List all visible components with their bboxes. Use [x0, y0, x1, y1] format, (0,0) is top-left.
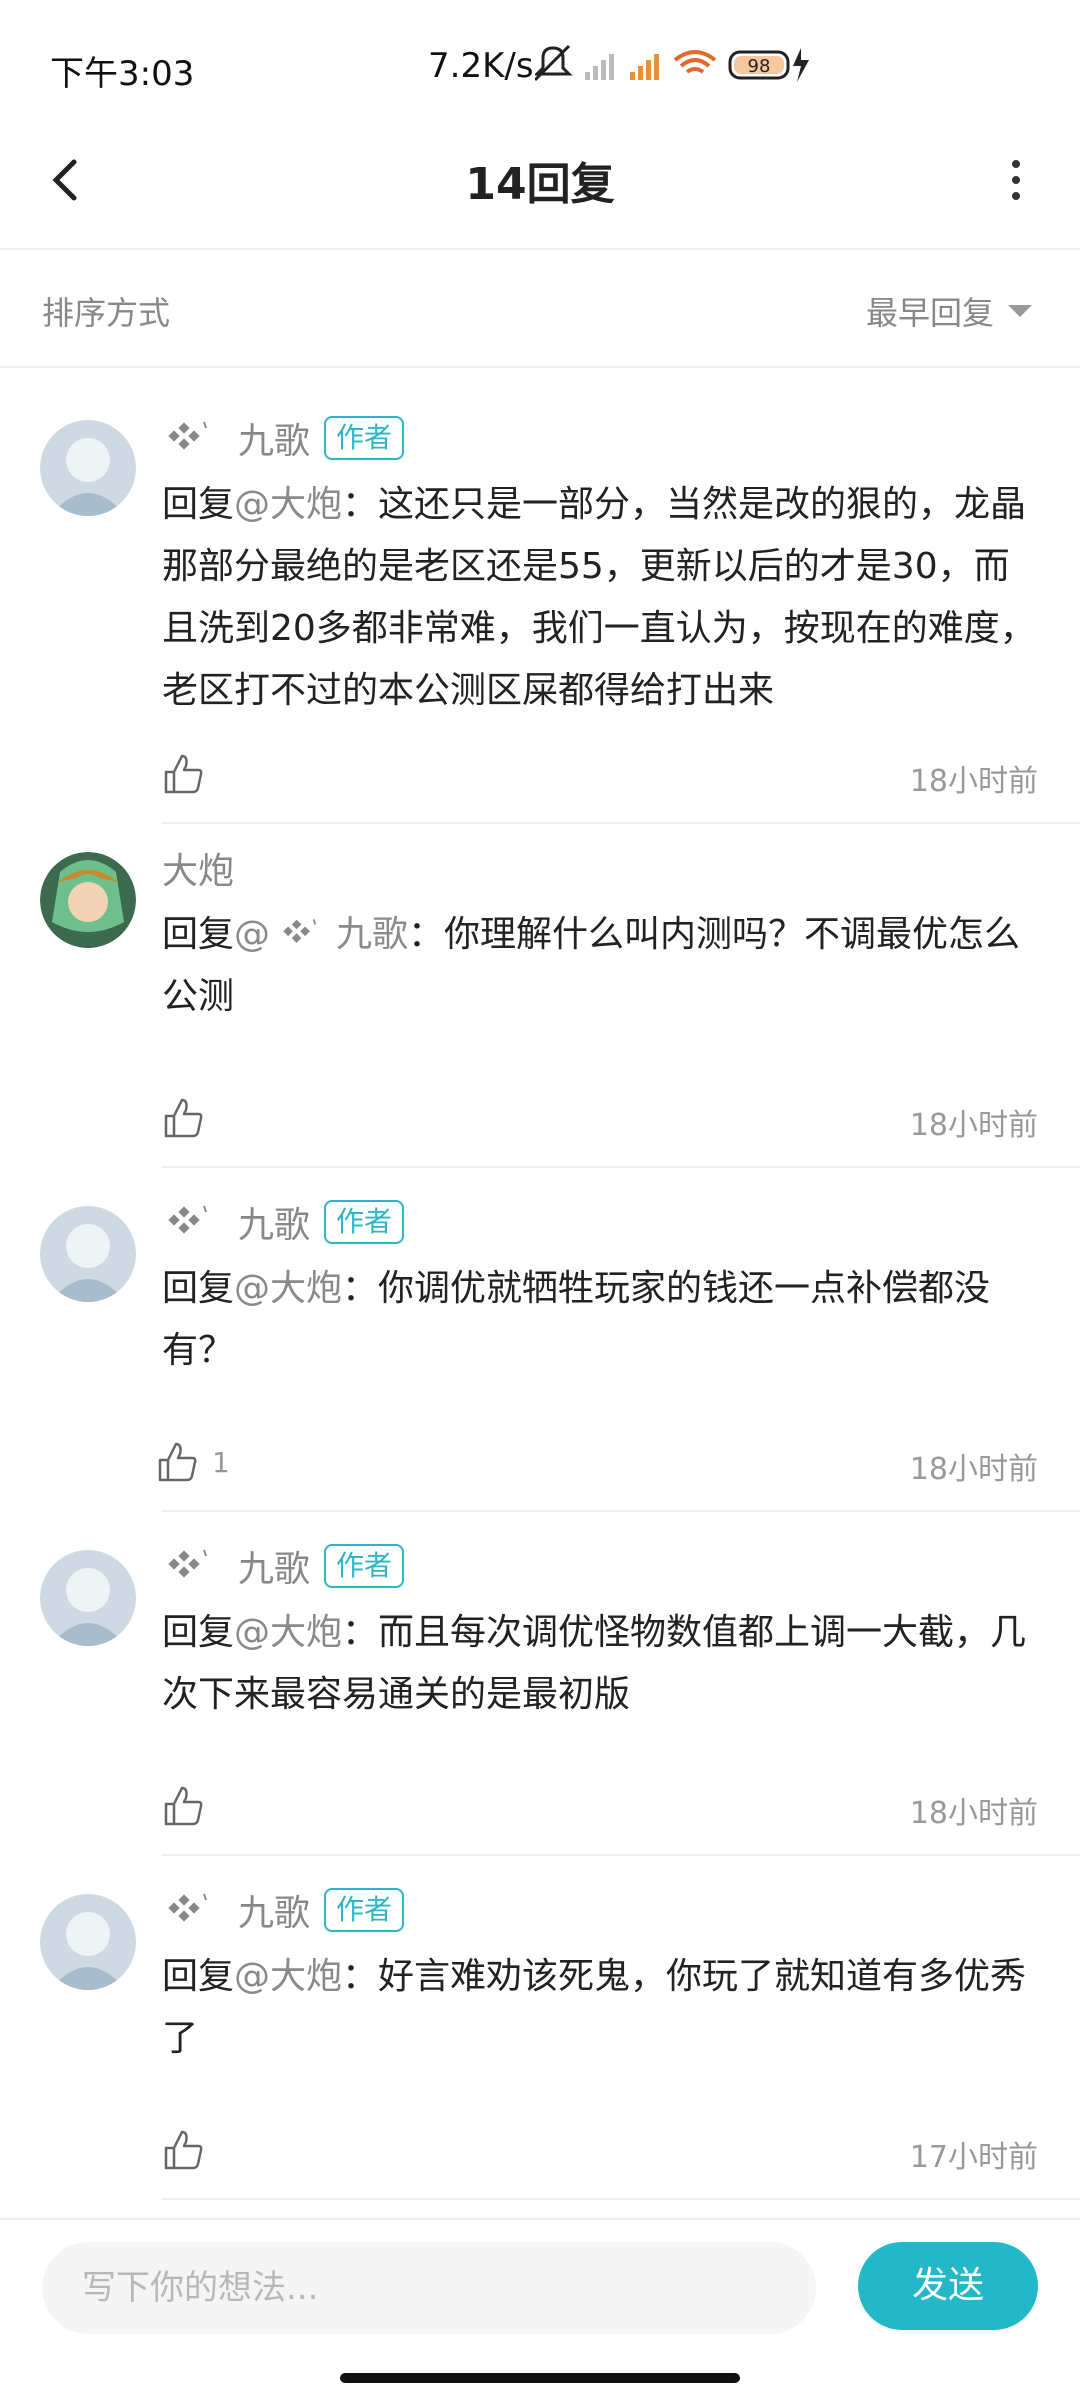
comment-time: 17小时前	[909, 2140, 1038, 2175]
thumbs-up-icon	[164, 1786, 203, 1826]
mention-link[interactable]: @大炮	[234, 1956, 342, 1997]
mention-link[interactable]: @ 九歌	[234, 914, 408, 955]
comment-input-bar: 发送	[0, 2218, 1080, 2360]
comment-time: 18小时前	[909, 1452, 1038, 1487]
author-badge: 作者	[324, 1200, 405, 1244]
comment-time: 18小时前	[909, 1796, 1038, 1831]
sort-dropdown[interactable]: 最早回复	[866, 288, 1032, 334]
avatar[interactable]	[40, 420, 136, 516]
svg-text:98: 98	[748, 56, 771, 77]
comment-list: 九歌 作者 回复@大炮：这还只是一部分，当然是改的狠的，龙晶那部分最绝的是老区还…	[0, 368, 1080, 2200]
thumbs-up-icon	[164, 2130, 203, 2170]
avatar[interactable]	[40, 1550, 136, 1646]
comment-text: 回复@大炮：好言难劝该死鬼，你玩了就知道有多优秀了	[162, 1946, 1042, 2070]
like-button[interactable]	[162, 1784, 206, 1828]
page-title: 14回复	[465, 159, 615, 210]
like-button[interactable]	[162, 2128, 206, 2172]
author-name[interactable]: 九歌	[238, 412, 310, 464]
sort-selected-value: 最早回复	[865, 294, 994, 332]
comment-item: 九歌 作者 回复@大炮：而且每次调优怪物数值都上调一大截，几次下来最容易通关的是…	[0, 1512, 1080, 1856]
wifi-icon	[673, 50, 717, 74]
charging-icon	[793, 48, 809, 82]
status-bar: 下午3:03 7.2K/s 98	[0, 0, 1080, 120]
reply-prefix: 回复	[162, 1612, 235, 1653]
sparkle-icon	[283, 919, 317, 943]
reply-prefix: 回复	[162, 1956, 235, 1997]
like-button[interactable]	[156, 1440, 200, 1484]
thumbs-up-icon	[158, 1442, 197, 1482]
comment-item: 大炮 回复@ 九歌：你理解什么叫内测吗？不调最优怎么公测 18小时前	[0, 824, 1080, 1168]
sort-label: 排序方式	[42, 294, 171, 332]
author-badge: 作者	[324, 416, 405, 460]
author-row: 九歌 作者	[162, 1196, 405, 1248]
status-icons: 98	[535, 44, 865, 84]
sparkle-icon	[168, 1549, 207, 1578]
author-badge: 作者	[324, 1888, 405, 1932]
send-button[interactable]: 发送	[858, 2242, 1038, 2330]
like-count: 1	[212, 1446, 230, 1479]
like-button[interactable]	[162, 1096, 206, 1140]
more-options-button[interactable]	[976, 140, 1056, 220]
home-indicator[interactable]	[340, 2373, 740, 2383]
author-name[interactable]: 大炮	[162, 842, 234, 894]
mention-link[interactable]: @大炮	[234, 484, 342, 525]
comment-item: 九歌 作者 回复@大炮：这还只是一部分，当然是改的狠的，龙晶那部分最绝的是老区还…	[0, 368, 1080, 824]
avatar[interactable]	[40, 1206, 136, 1302]
signal-icon-2	[630, 54, 659, 80]
reply-prefix: 回复	[162, 1268, 235, 1309]
author-name[interactable]: 九歌	[238, 1884, 310, 1936]
mute-bell-icon	[535, 44, 573, 82]
sort-bar: 排序方式 最早回复	[0, 250, 1080, 368]
network-speed: 7.2K/s	[428, 46, 534, 86]
more-vertical-icon	[1012, 160, 1020, 200]
reply-prefix: 回复	[162, 914, 235, 955]
comment-text: 回复@大炮：而且每次调优怪物数值都上调一大截，几次下来最容易通关的是最初版	[162, 1602, 1042, 1726]
sparkle-icon	[168, 421, 207, 450]
caret-down-icon	[1008, 305, 1032, 317]
battery-icon: 98	[728, 50, 790, 80]
signal-icon-1	[585, 54, 614, 80]
author-row: 九歌 作者	[162, 412, 405, 464]
avatar[interactable]	[40, 1894, 136, 1990]
reply-prefix: 回复	[162, 484, 235, 525]
comment-text: 回复@大炮：你调优就牺牲玩家的钱还一点补偿都没有？	[162, 1258, 1042, 1382]
thumbs-up-icon	[164, 754, 203, 794]
comment-item: 九歌 作者 回复@大炮：你调优就牺牲玩家的钱还一点补偿都没有？ 1 18小时前	[0, 1168, 1080, 1512]
mention-link[interactable]: @大炮	[234, 1268, 342, 1309]
author-name[interactable]: 九歌	[238, 1540, 310, 1592]
like-button[interactable]	[162, 752, 206, 796]
author-row: 九歌 作者	[162, 1540, 405, 1592]
mention-link[interactable]: @大炮	[234, 1612, 342, 1653]
comment-text: 回复@ 九歌：你理解什么叫内测吗？不调最优怎么公测	[162, 904, 1042, 1028]
comment-time: 18小时前	[909, 1108, 1038, 1143]
divider	[162, 2198, 1080, 2200]
author-badge: 作者	[324, 1544, 405, 1588]
comment-input[interactable]	[42, 2242, 816, 2334]
comment-item: 九歌 作者 回复@大炮：好言难劝该死鬼，你玩了就知道有多优秀了 17小时前	[0, 1856, 1080, 2200]
sparkle-icon	[168, 1205, 207, 1234]
comment-time: 18小时前	[909, 764, 1038, 799]
sparkle-icon	[168, 1893, 207, 1922]
avatar[interactable]	[40, 852, 136, 948]
comment-text: 回复@大炮：这还只是一部分，当然是改的狠的，龙晶那部分最绝的是老区还是55，更新…	[162, 474, 1042, 722]
author-name[interactable]: 九歌	[238, 1196, 310, 1248]
author-row: 九歌 作者	[162, 1884, 405, 1936]
top-bar: 14回复	[0, 120, 1080, 250]
thumbs-up-icon	[164, 1098, 203, 1138]
author-row: 大炮	[162, 842, 234, 894]
status-time: 下午3:03	[50, 54, 195, 94]
